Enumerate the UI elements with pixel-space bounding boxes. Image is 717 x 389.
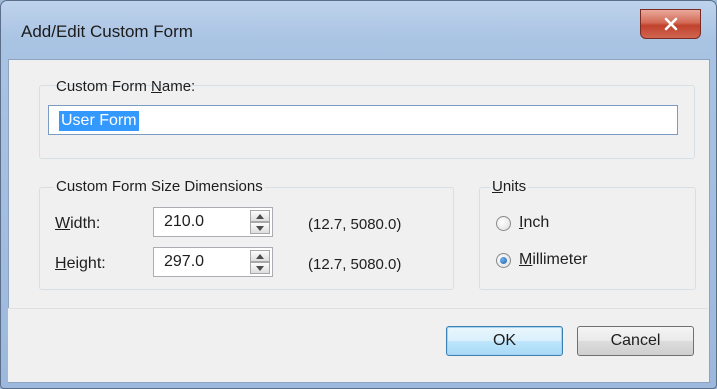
title-bar[interactable]: Add/Edit Custom Form — [1, 1, 716, 59]
custom-form-name-value: User Form — [59, 111, 139, 131]
units-legend: Units — [490, 178, 529, 196]
window-title: Add/Edit Custom Form — [21, 22, 193, 41]
ok-button[interactable]: OK — [446, 326, 563, 356]
close-icon — [664, 17, 677, 31]
units-group: Units — [479, 178, 696, 290]
height-spin-buttons — [250, 250, 270, 274]
millimeter-option[interactable]: Millimeter — [496, 251, 587, 269]
inch-radio[interactable] — [496, 215, 511, 231]
width-down-button[interactable] — [250, 222, 270, 234]
height-down-button[interactable] — [250, 262, 270, 274]
inch-option[interactable]: Inch — [496, 214, 549, 232]
millimeter-radio[interactable] — [496, 252, 511, 268]
custom-form-name-input[interactable]: User Form — [48, 105, 678, 135]
width-range: (12.7, 5080.0) — [308, 216, 402, 233]
millimeter-label: Millimeter — [519, 251, 588, 268]
arrow-up-icon — [256, 253, 264, 259]
arrow-down-icon — [256, 265, 264, 271]
cancel-button[interactable]: Cancel — [577, 326, 694, 356]
height-range: (12.7, 5080.0) — [308, 256, 402, 273]
width-value: 210.0 — [164, 213, 205, 230]
height-value: 297.0 — [164, 253, 205, 270]
height-up-button[interactable] — [250, 250, 270, 262]
arrow-up-icon — [256, 213, 264, 219]
custom-form-name-label: Custom Form Name: — [56, 78, 196, 95]
width-spin-buttons — [250, 210, 270, 234]
arrow-down-icon — [256, 225, 264, 231]
height-label: Height: — [55, 255, 106, 272]
width-up-button[interactable] — [250, 210, 270, 222]
dialog-window: Add/Edit Custom Form Custom Form Name: U… — [0, 0, 717, 389]
width-label: Width: — [55, 215, 101, 232]
width-stepper[interactable]: 210.0 — [153, 207, 273, 237]
size-dimensions-legend: Custom Form Size Dimensions — [54, 178, 265, 196]
height-stepper[interactable]: 297.0 — [153, 247, 273, 277]
inch-label: Inch — [519, 214, 550, 231]
close-button[interactable] — [640, 9, 701, 39]
